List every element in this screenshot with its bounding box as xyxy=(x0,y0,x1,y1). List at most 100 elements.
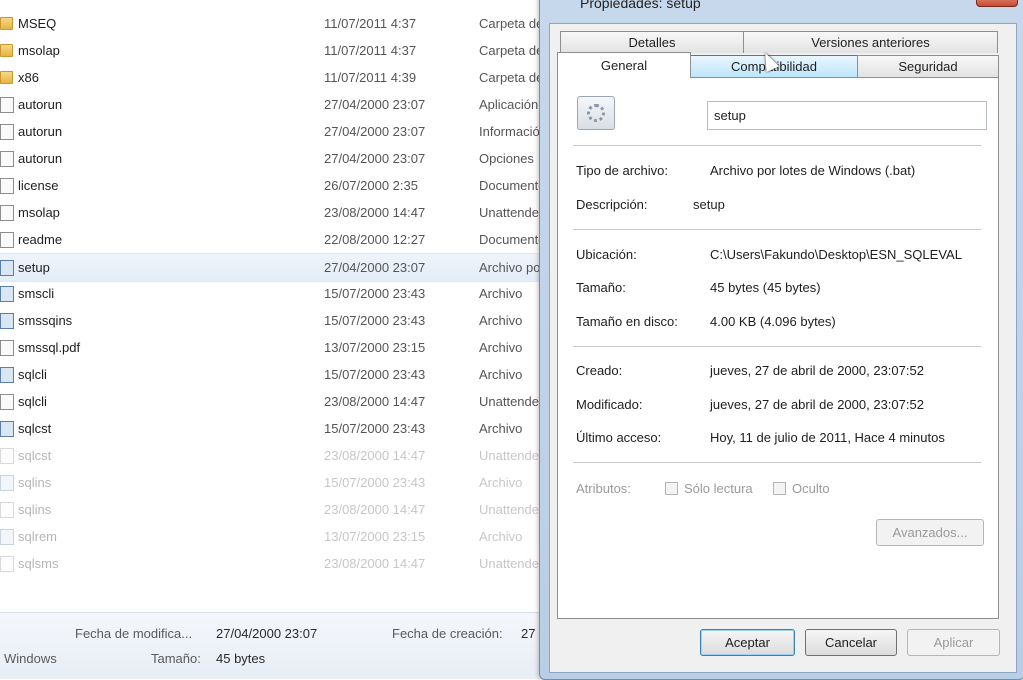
file-name: sqlins xyxy=(18,502,52,517)
file-type: Opciones xyxy=(479,151,534,166)
tab-seguridad[interactable]: Seguridad xyxy=(857,55,999,77)
file-row[interactable]: sqlcli 23/08/2000 14:47 Unattended xyxy=(0,388,545,415)
file-row[interactable]: sqlsms 23/08/2000 14:47 Unattended xyxy=(0,550,545,577)
document-icon xyxy=(0,205,14,221)
file-date: 23/08/2000 14:47 xyxy=(324,556,426,571)
batch-file-icon xyxy=(577,96,615,130)
file-row[interactable]: sqlcst 15/07/2000 23:43 Archivo xyxy=(0,415,545,442)
file-row[interactable]: sqlcli 15/07/2000 23:43 Archivo xyxy=(0,361,545,388)
file-type: Aplicación xyxy=(479,97,539,112)
separator xyxy=(573,229,981,231)
document-icon xyxy=(0,502,14,518)
size-label: Tamaño: xyxy=(151,651,201,666)
file-row[interactable]: autorun 27/04/2000 23:07 Opciones xyxy=(0,145,545,172)
file-date: 13/07/2000 23:15 xyxy=(324,340,426,355)
file-row[interactable]: smssql.pdf 13/07/2000 23:15 Archivo xyxy=(0,334,545,361)
file-row[interactable]: sqlcst 23/08/2000 14:47 Unattended xyxy=(0,442,545,469)
file-name: sqlins xyxy=(18,475,52,490)
file-row[interactable]: msolap 23/08/2000 14:47 Unattended xyxy=(0,199,545,226)
file-date: 15/07/2000 23:43 xyxy=(324,286,426,301)
ok-button[interactable]: Aceptar xyxy=(700,629,795,656)
file-name: smscli xyxy=(18,286,55,301)
file-row[interactable]: sqlins 23/08/2000 14:47 Unattended xyxy=(0,496,545,523)
file-type: Documento xyxy=(479,232,541,247)
document-icon xyxy=(0,151,14,167)
file-row[interactable]: readme 22/08/2000 12:27 Documento xyxy=(0,226,545,253)
readonly-checkbox[interactable] xyxy=(665,482,678,495)
file-date: 11/07/2011 4:39 xyxy=(324,70,417,85)
file-name: MSEQ xyxy=(18,16,57,31)
advanced-button[interactable]: Avanzados... xyxy=(876,519,984,546)
file-row[interactable]: setup 27/04/2000 23:07 Archivo por lotes xyxy=(0,253,545,282)
file-date: 27/04/2000 23:07 xyxy=(324,97,426,112)
file-type: Carpeta de archivos xyxy=(479,16,541,31)
description-label: Descripción: xyxy=(576,197,648,212)
file-date: 23/08/2000 14:47 xyxy=(324,205,426,220)
modified-label: Fecha de modifica... xyxy=(75,626,193,641)
cancel-button[interactable]: Cancelar xyxy=(805,629,897,656)
file-name: msolap xyxy=(18,43,60,58)
tab-detalles[interactable]: Detalles xyxy=(560,31,744,53)
file-name: smssql.pdf xyxy=(18,340,81,355)
document-icon xyxy=(0,394,14,410)
file-type: Unattended xyxy=(479,502,541,517)
tab-general[interactable]: General xyxy=(557,52,691,78)
modified-value: 27/04/2000 23:07 xyxy=(216,626,318,641)
file-row[interactable]: smssqins 15/07/2000 23:43 Archivo xyxy=(0,307,545,334)
file-type: Unattended xyxy=(479,448,541,463)
application-icon xyxy=(0,97,14,113)
file-date: 11/07/2011 4:37 xyxy=(324,16,417,31)
hidden-checkbox[interactable] xyxy=(773,482,786,495)
file-name: msolap xyxy=(18,205,60,220)
file-name: sqlcst xyxy=(18,421,52,436)
file-type: Carpeta de archivos xyxy=(479,70,541,85)
file-name: sqlcst xyxy=(18,448,52,463)
file-row[interactable]: autorun 27/04/2000 23:07 Información xyxy=(0,118,545,145)
file-type: Archivo xyxy=(479,475,523,490)
file-date: 23/08/2000 14:47 xyxy=(324,448,426,463)
batch-file-icon xyxy=(0,260,14,276)
size-label: Tamaño: xyxy=(576,280,626,295)
apply-button[interactable]: Aplicar xyxy=(907,629,1000,656)
location-label: Ubicación: xyxy=(576,247,637,262)
created-value: jueves, 27 de abril de 2000, 23:07:52 xyxy=(710,363,924,378)
separator xyxy=(573,462,981,464)
file-row[interactable]: msolap 11/07/2011 4:37 Carpeta de archivos xyxy=(0,37,545,64)
batch-file-icon xyxy=(0,286,14,302)
file-row[interactable]: sqlins 15/07/2000 23:43 Archivo xyxy=(0,469,545,496)
batch-file-icon xyxy=(0,421,14,437)
details-pane: Fecha de modifica... 27/04/2000 23:07 Fe… xyxy=(0,612,545,679)
created-value: 27 xyxy=(521,626,536,641)
file-row[interactable]: license 26/07/2000 2:35 Documento xyxy=(0,172,545,199)
file-date: 13/07/2000 23:15 xyxy=(324,529,426,544)
folder-icon xyxy=(0,71,13,84)
file-date: 15/07/2000 23:43 xyxy=(324,313,426,328)
document-icon xyxy=(0,556,14,572)
file-name: smssqins xyxy=(18,313,73,328)
separator xyxy=(573,346,981,348)
file-row[interactable]: smscli 15/07/2000 23:43 Archivo xyxy=(0,280,545,307)
file-row[interactable]: sqlrem 13/07/2000 23:15 Archivo xyxy=(0,523,545,550)
batch-file-icon xyxy=(0,475,14,491)
file-row[interactable]: MSEQ 11/07/2011 4:37 Carpeta de archivos xyxy=(0,10,545,37)
file-row[interactable]: autorun 27/04/2000 23:07 Aplicación xyxy=(0,91,545,118)
tab-versiones-anteriores[interactable]: Versiones anteriores xyxy=(743,31,998,53)
last-access-value: Hoy, 11 de julio de 2011, Hace 4 minutos xyxy=(710,430,945,445)
file-name: setup xyxy=(18,260,50,275)
description-value: setup xyxy=(693,197,725,212)
gear-icon xyxy=(587,104,605,122)
file-type: Archivo xyxy=(479,367,523,382)
created-label: Fecha de creación: xyxy=(392,626,503,641)
file-type-label: Tipo de archivo: xyxy=(576,163,669,178)
batch-file-icon xyxy=(0,313,14,329)
file-name: autorun xyxy=(18,97,63,112)
document-icon xyxy=(0,448,14,464)
close-button[interactable] xyxy=(976,0,1018,7)
file-row[interactable]: x86 11/07/2011 4:39 Carpeta de archivos xyxy=(0,64,545,91)
filename-input[interactable] xyxy=(707,101,987,130)
document-icon xyxy=(0,124,14,140)
document-icon xyxy=(0,232,14,248)
file-date: 27/04/2000 23:07 xyxy=(324,260,426,275)
file-date: 27/04/2000 23:07 xyxy=(324,151,426,166)
file-name: sqlcli xyxy=(18,367,47,382)
